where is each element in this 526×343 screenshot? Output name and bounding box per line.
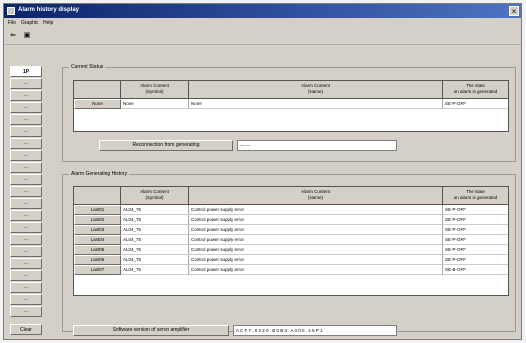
current-name-cell: None xyxy=(189,99,443,109)
menu-help[interactable]: Help xyxy=(43,20,53,26)
current-symbol-cell: None xyxy=(121,99,189,109)
axis-button[interactable]: — xyxy=(10,138,42,149)
window-title: Alarm history display xyxy=(18,7,80,13)
axis-button[interactable]: — xyxy=(10,198,42,209)
axis-button[interactable]: — xyxy=(10,270,42,281)
close-icon[interactable]: × xyxy=(509,6,519,16)
software-version-button[interactable]: Software version of servo amplifier xyxy=(73,325,229,336)
printer-icon[interactable]: ▣ xyxy=(22,31,32,41)
title-bar: Alarm history display × xyxy=(4,4,521,18)
alarm-history-label: Alarm Generating History xyxy=(69,171,130,177)
history-row-button[interactable]: Last06 xyxy=(74,255,121,265)
history-state-cell: SE-B-OFF xyxy=(443,265,508,275)
header-name: Alarm Content (Name) xyxy=(189,187,443,205)
toolbar: ⇐ ▣ xyxy=(4,28,521,45)
history-symbol-cell: AL04_75 xyxy=(121,215,189,225)
history-row-button[interactable]: Last03 xyxy=(74,225,121,235)
history-symbol-cell: AL04_75 xyxy=(121,265,189,275)
header-state-line2: on alarm is generated xyxy=(453,88,498,94)
header-symbol: Alarm Content (Symbol) xyxy=(121,81,189,99)
menu-graphic[interactable]: Graphic xyxy=(21,20,39,26)
axis-button[interactable]: — xyxy=(10,294,42,305)
history-name-cell: Control power supply error xyxy=(189,205,443,215)
axis-button[interactable]: — xyxy=(10,174,42,185)
history-state-cell: SE-P-OFF xyxy=(443,245,508,255)
history-name-cell: Control power supply error xyxy=(189,215,443,225)
header-symbol-line2: (Symbol) xyxy=(145,88,164,94)
axis-button-active[interactable]: 1P xyxy=(10,66,42,77)
header-name: Alarm Content (Name) xyxy=(189,81,443,99)
header-name-line2: (Name) xyxy=(307,88,323,94)
history-name-cell: Control power supply error xyxy=(189,255,443,265)
current-status-grid: Alarm Content (Symbol) Alarm Content (Na… xyxy=(73,80,509,132)
axis-button[interactable]: — xyxy=(10,246,42,257)
header-state: The state on alarm is generated xyxy=(443,81,508,99)
axis-button[interactable]: — xyxy=(10,90,42,101)
clear-button[interactable]: Clear xyxy=(10,324,42,335)
history-row-button[interactable]: Last05 xyxy=(74,245,121,255)
history-row-button[interactable]: Last02 xyxy=(74,215,121,225)
history-state-cell: SE-P-OFF xyxy=(443,255,508,265)
axis-button[interactable]: — xyxy=(10,222,42,233)
history-name-cell: Control power supply error xyxy=(189,265,443,275)
history-row-button[interactable]: Last04 xyxy=(74,235,121,245)
axis-button[interactable]: — xyxy=(10,78,42,89)
axis-button[interactable]: — xyxy=(10,210,42,221)
axis-button[interactable]: — xyxy=(10,186,42,197)
history-state-cell: SE-P-OFF xyxy=(443,215,508,225)
alarm-history-window: Alarm history display × File Graphic Hel… xyxy=(3,3,522,340)
history-symbol-cell: AL04_75 xyxy=(121,245,189,255)
current-row-button[interactable]: None xyxy=(74,99,121,109)
header-state: The state on alarm is generated xyxy=(443,187,508,205)
alarm-history-grid: Alarm Content (Symbol) Alarm Content (Na… xyxy=(73,186,509,296)
current-state-cell: SE-P-OFF xyxy=(443,99,508,109)
axis-button[interactable]: — xyxy=(10,234,42,245)
history-name-cell: Control power supply error xyxy=(189,225,443,235)
history-state-cell: SE-P-OFF xyxy=(443,205,508,215)
axis-button[interactable]: — xyxy=(10,114,42,125)
menu-file[interactable]: File xyxy=(8,20,16,26)
history-row-button[interactable]: Last01 xyxy=(74,205,121,215)
axis-button[interactable]: — xyxy=(10,306,42,317)
header-symbol-line2: (Symbol) xyxy=(145,194,164,200)
history-symbol-cell: AL04_75 xyxy=(121,225,189,235)
axis-button[interactable]: — xyxy=(10,162,42,173)
reconnection-button[interactable]: Reconnection from generating xyxy=(99,140,233,151)
header-name-line2: (Name) xyxy=(307,194,323,200)
header-state-line2: on alarm is generated xyxy=(453,194,498,200)
axis-button[interactable]: — xyxy=(10,102,42,113)
history-row-button[interactable]: Last07 xyxy=(74,265,121,275)
history-symbol-cell: AL04_75 xyxy=(121,255,189,265)
axis-button[interactable]: — xyxy=(10,282,42,293)
software-version-field: A C F 7 . 0 2 2 0 . B 0 B 3 . A 0 0 0 . … xyxy=(233,325,397,336)
header-symbol: Alarm Content (Symbol) xyxy=(121,187,189,205)
axis-button[interactable]: — xyxy=(10,126,42,137)
axis-button[interactable]: — xyxy=(10,150,42,161)
header-corner xyxy=(74,187,121,205)
axis-button[interactable]: — xyxy=(10,258,42,269)
current-status-label: Current Status xyxy=(69,64,106,70)
current-status-group: Current Status Alarm Content (Symbol) Al… xyxy=(62,64,516,162)
menu-bar: File Graphic Help xyxy=(4,18,521,28)
back-arrow-icon[interactable]: ⇐ xyxy=(8,31,18,41)
history-state-cell: SE-P-OFF xyxy=(443,235,508,245)
app-icon xyxy=(7,7,15,15)
history-state-cell: SE-P-OFF xyxy=(443,225,508,235)
reconnection-field: — — xyxy=(237,140,397,151)
alarm-history-group: Alarm Generating History Alarm Content (… xyxy=(62,171,516,336)
header-corner xyxy=(74,81,121,99)
history-name-cell: Control power supply error xyxy=(189,245,443,255)
history-symbol-cell: AL04_75 xyxy=(121,205,189,215)
history-name-cell: Control power supply error xyxy=(189,235,443,245)
history-symbol-cell: AL04_75 xyxy=(121,235,189,245)
